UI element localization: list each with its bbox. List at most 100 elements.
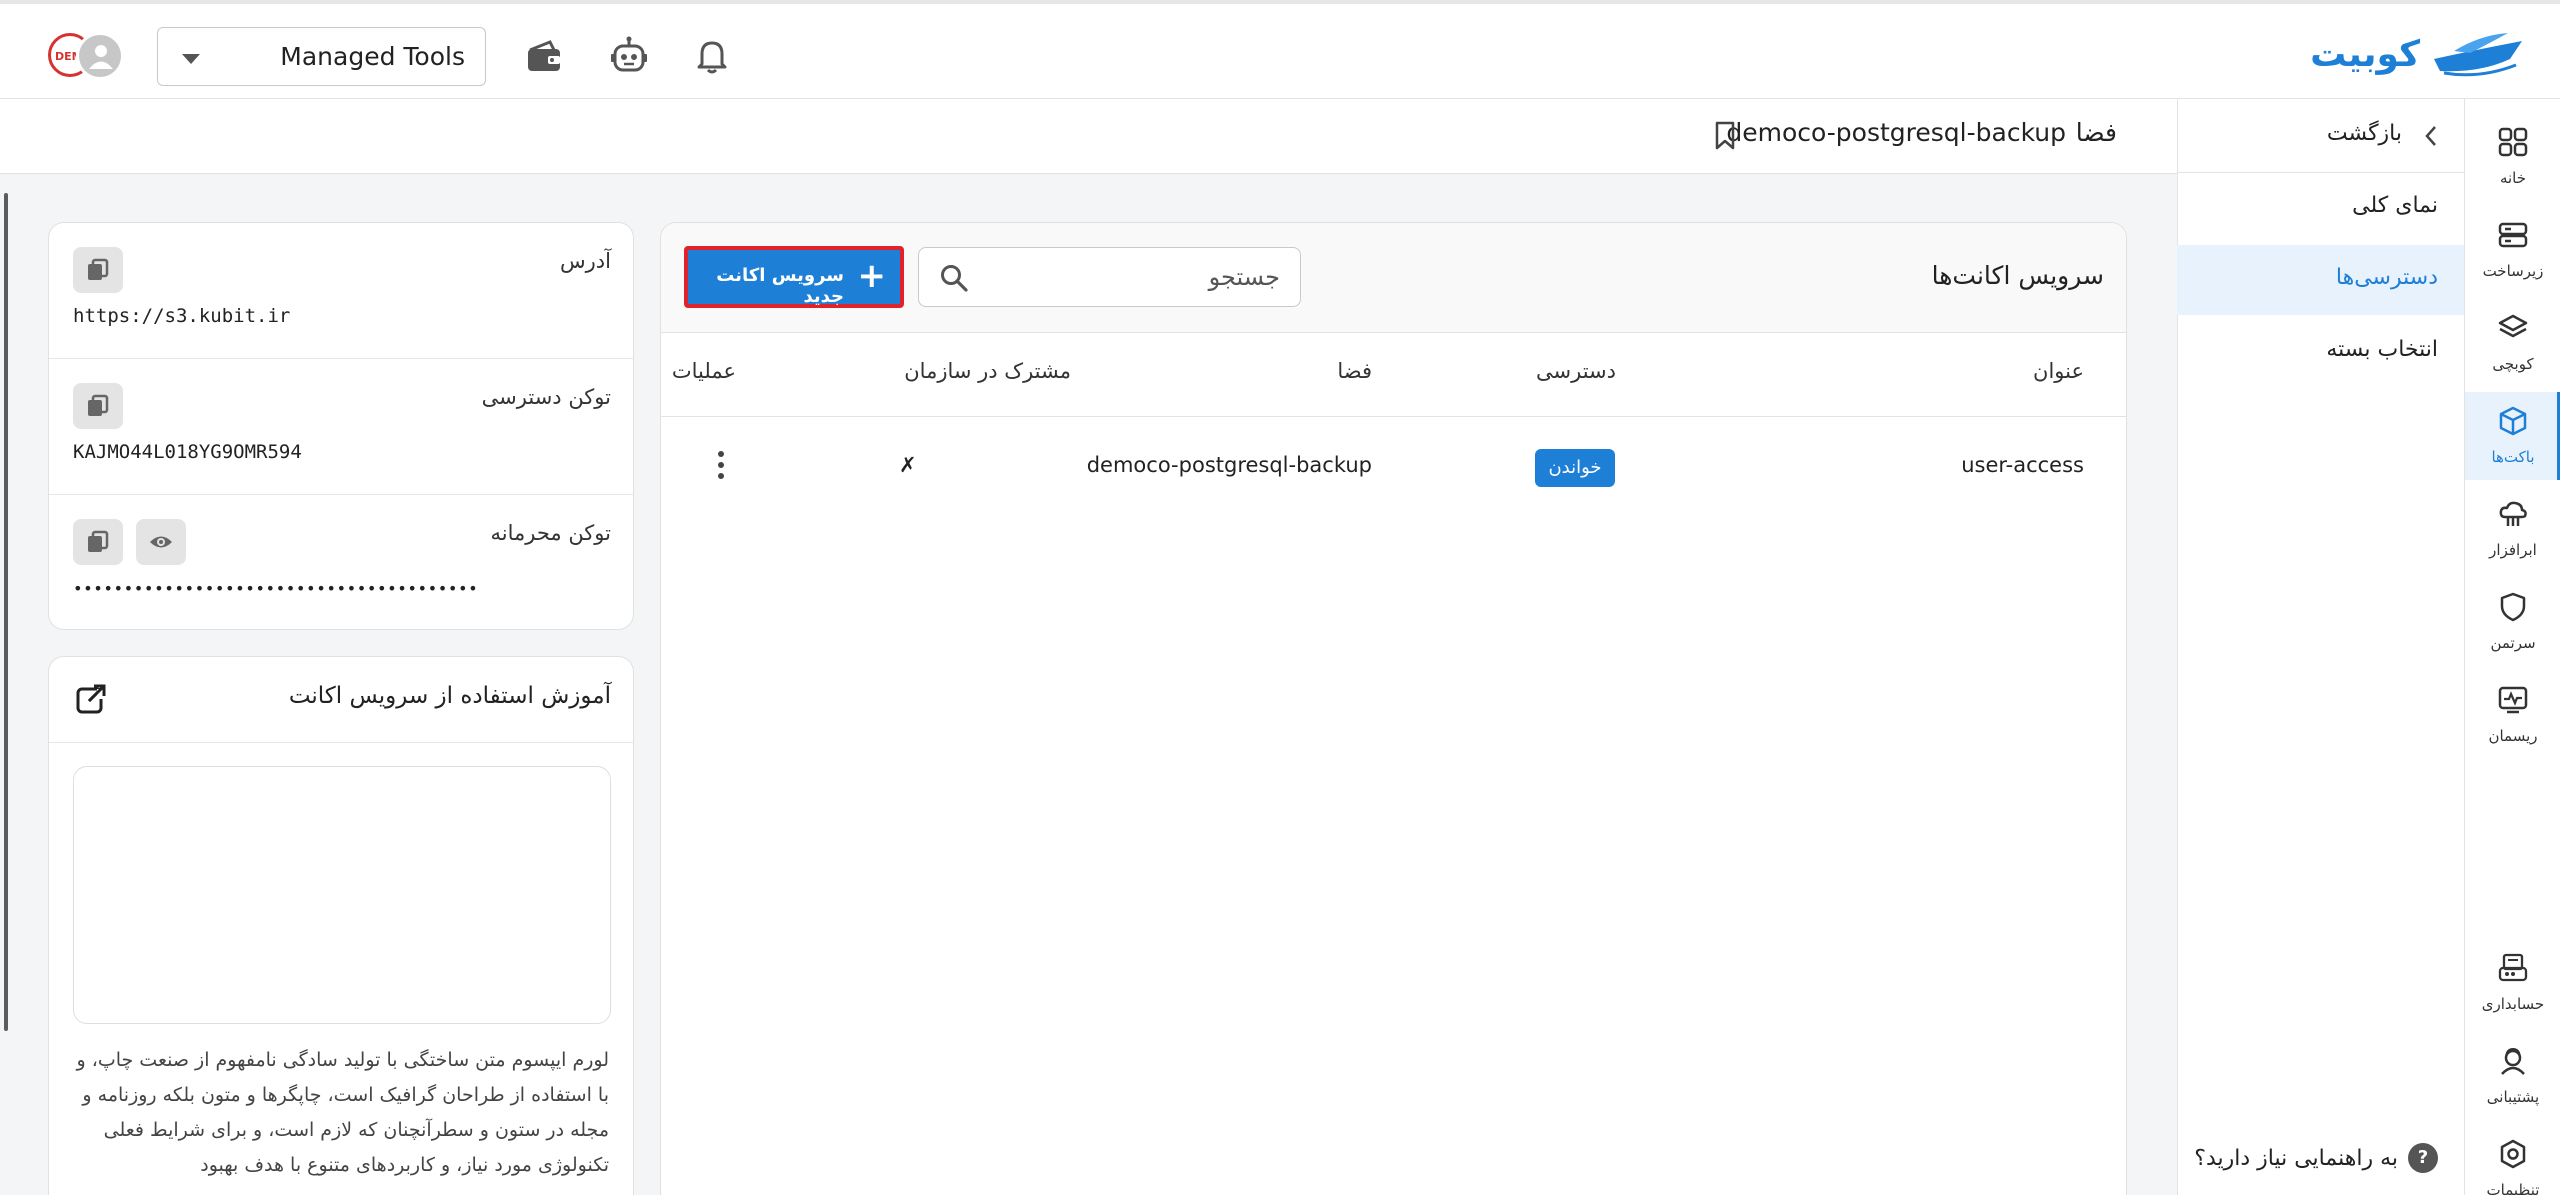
layers-icon xyxy=(2498,314,2528,338)
tutorial-video[interactable] xyxy=(73,766,611,1024)
address-label: آدرس xyxy=(560,249,611,273)
secret-token-row: توکن محرمانه •••••••••••••••••••••••••••… xyxy=(49,495,633,629)
back-button[interactable]: بازگشت xyxy=(2177,99,2464,173)
column-title: عنوان xyxy=(2033,359,2084,383)
avatar xyxy=(76,32,124,80)
search-box[interactable] xyxy=(918,247,1301,307)
credentials-card: آدرس https://s3.kubit.ir توکن دسترسی KAJ… xyxy=(48,222,634,630)
row-shared: ✗ xyxy=(899,453,917,477)
ship-logo-icon xyxy=(2434,33,2522,77)
tutorial-card: آموزش استفاده از سرویس اکانت لورم ایپسوم… xyxy=(48,656,634,1195)
cube-icon xyxy=(2499,406,2527,436)
rail-item-home[interactable]: خانه xyxy=(2465,113,2560,201)
rail-item-accounting[interactable]: حسابداری xyxy=(2465,939,2560,1027)
bookmark-icon[interactable] xyxy=(1714,121,1736,151)
settings-icon xyxy=(2500,1139,2526,1169)
brand-logo[interactable]: کوبیت xyxy=(2310,26,2526,82)
breadcrumb: فضا democo-postgresql-backup xyxy=(0,99,2177,174)
rail-item-settings[interactable]: تنظیمات xyxy=(2465,1125,2560,1195)
rail-item-sartaman[interactable]: سرتمن xyxy=(2465,578,2560,666)
copy-access-token-button[interactable] xyxy=(73,383,123,429)
wallet-icon[interactable] xyxy=(524,36,564,76)
rail-item-label: زیرساخت xyxy=(2482,262,2544,280)
shield-icon xyxy=(2500,592,2526,622)
tutorial-title: آموزش استفاده از سرویس اکانت xyxy=(288,683,611,709)
rail-item-label: تنظیمات xyxy=(2486,1181,2540,1195)
back-label: بازگشت xyxy=(2326,121,2402,146)
submenu-item-label: انتخاب بسته xyxy=(2326,337,2438,362)
grid-icon xyxy=(2498,127,2528,157)
managed-tools-select-value: Managed Tools xyxy=(280,42,465,71)
rail-item-label: پشتیبانی xyxy=(2486,1088,2540,1106)
bell-icon[interactable] xyxy=(692,36,732,76)
submenu-item-label: دسترسی‌ها xyxy=(2335,265,2438,290)
row-title: user-access xyxy=(1961,453,2084,477)
access-token-value: KAJMO44L018YG9OMR594 xyxy=(73,441,302,463)
rail-item-label: حسابداری xyxy=(2481,995,2545,1013)
tutorial-text: لورم ایپسوم متن ساختگی با تولید سادگی نا… xyxy=(76,1049,609,1176)
top-bar: کوبیت DEM Managed Tools xyxy=(0,0,2560,99)
table-row[interactable]: user-access خواندن democo-postgresql-bac… xyxy=(661,417,2126,523)
copy-secret-token-button[interactable] xyxy=(73,519,123,565)
monitor-icon xyxy=(2498,686,2528,714)
question-icon: ? xyxy=(2408,1143,2438,1173)
address-value: https://s3.kubit.ir xyxy=(73,305,291,327)
column-actions: عملیات xyxy=(671,359,736,383)
managed-tools-select[interactable]: Managed Tools xyxy=(157,27,486,86)
search-icon[interactable] xyxy=(939,263,969,293)
rail-item-label: کوبچی xyxy=(2492,355,2534,373)
page-scrollbar[interactable] xyxy=(4,193,8,1031)
secret-token-value: •••••••••••••••••••••••••••••••••••••••• xyxy=(73,579,479,598)
user-avatar[interactable]: DEM xyxy=(48,32,126,80)
breadcrumb-space-word: فضا xyxy=(2075,118,2117,147)
copy-icon xyxy=(88,394,109,416)
table-header: عنوان دسترسی فضا مشترک در سازمان عملیات xyxy=(661,333,2126,417)
help-link[interactable]: به راهنمایی نیاز دارید؟ ? xyxy=(2194,1143,2438,1173)
rail-item-label: خانه xyxy=(2499,169,2527,187)
copy-address-button[interactable] xyxy=(73,247,123,293)
receipt-icon xyxy=(2498,953,2528,982)
caret-down-icon xyxy=(182,54,200,64)
service-accounts-card: سرویس اکانت‌ها + سرویس اکانت جدید عنوان … xyxy=(660,222,2127,1195)
person-icon xyxy=(89,45,113,69)
new-service-account-button[interactable]: + سرویس اکانت جدید xyxy=(684,246,904,308)
address-row: آدرس https://s3.kubit.ir xyxy=(49,223,633,359)
column-space: فضا xyxy=(1337,359,1372,383)
new-service-account-label: سرویس اکانت جدید xyxy=(716,265,844,307)
secret-token-label: توکن محرمانه xyxy=(490,521,612,545)
brand-name: کوبیت xyxy=(2310,33,2420,75)
access-token-label: توکن دسترسی xyxy=(481,385,611,409)
rail-item-support[interactable]: پشتیبانی xyxy=(2465,1032,2560,1120)
service-accounts-header: سرویس اکانت‌ها + سرویس اکانت جدید xyxy=(661,223,2126,333)
plus-icon: + xyxy=(857,256,887,296)
copy-icon xyxy=(88,258,109,280)
submenu-item-overview[interactable]: نمای کلی xyxy=(2177,173,2464,243)
eye-icon xyxy=(150,536,172,548)
service-accounts-title: سرویس اکانت‌ها xyxy=(1931,261,2104,290)
submenu-item-select-package[interactable]: انتخاب بسته xyxy=(2177,317,2464,387)
nav-rail: خانه زیرساخت کوبچی باکت‌ها ابرافزار xyxy=(2464,99,2560,1195)
rail-item-infrastructure[interactable]: زیرساخت xyxy=(2465,206,2560,294)
search-input[interactable] xyxy=(980,260,1280,294)
open-external-icon[interactable] xyxy=(75,683,107,715)
rail-item-abrafzar[interactable]: ابرافزار xyxy=(2465,485,2560,573)
submenu-item-access[interactable]: دسترسی‌ها xyxy=(2177,245,2464,315)
copy-icon xyxy=(88,530,109,552)
cloud-icon xyxy=(2499,501,2527,526)
show-secret-button[interactable] xyxy=(136,519,186,565)
rail-item-kubchi[interactable]: کوبچی xyxy=(2465,299,2560,387)
rail-item-label: باکت‌ها xyxy=(2491,448,2535,466)
rail-item-risman[interactable]: ریسمان xyxy=(2465,671,2560,759)
column-access: دسترسی xyxy=(1536,359,1616,383)
column-shared: مشترک در سازمان xyxy=(904,359,1071,383)
breadcrumb-space-name: democo-postgresql-backup xyxy=(1726,118,2066,147)
submenu-item-label: نمای کلی xyxy=(2352,193,2438,218)
help-label: به راهنمایی نیاز دارید؟ xyxy=(2194,1145,2398,1171)
robot-icon[interactable] xyxy=(609,36,649,76)
bucket-submenu: بازگشت نمای کلی دسترسی‌ها انتخاب بسته به… xyxy=(2177,99,2464,1195)
row-actions-menu-icon[interactable] xyxy=(714,447,728,487)
rail-item-buckets[interactable]: باکت‌ها xyxy=(2465,392,2560,480)
rail-item-label: ابرافزار xyxy=(2489,541,2537,559)
chevron-left-icon xyxy=(2425,126,2436,146)
row-space: democo-postgresql-backup xyxy=(1086,453,1372,477)
